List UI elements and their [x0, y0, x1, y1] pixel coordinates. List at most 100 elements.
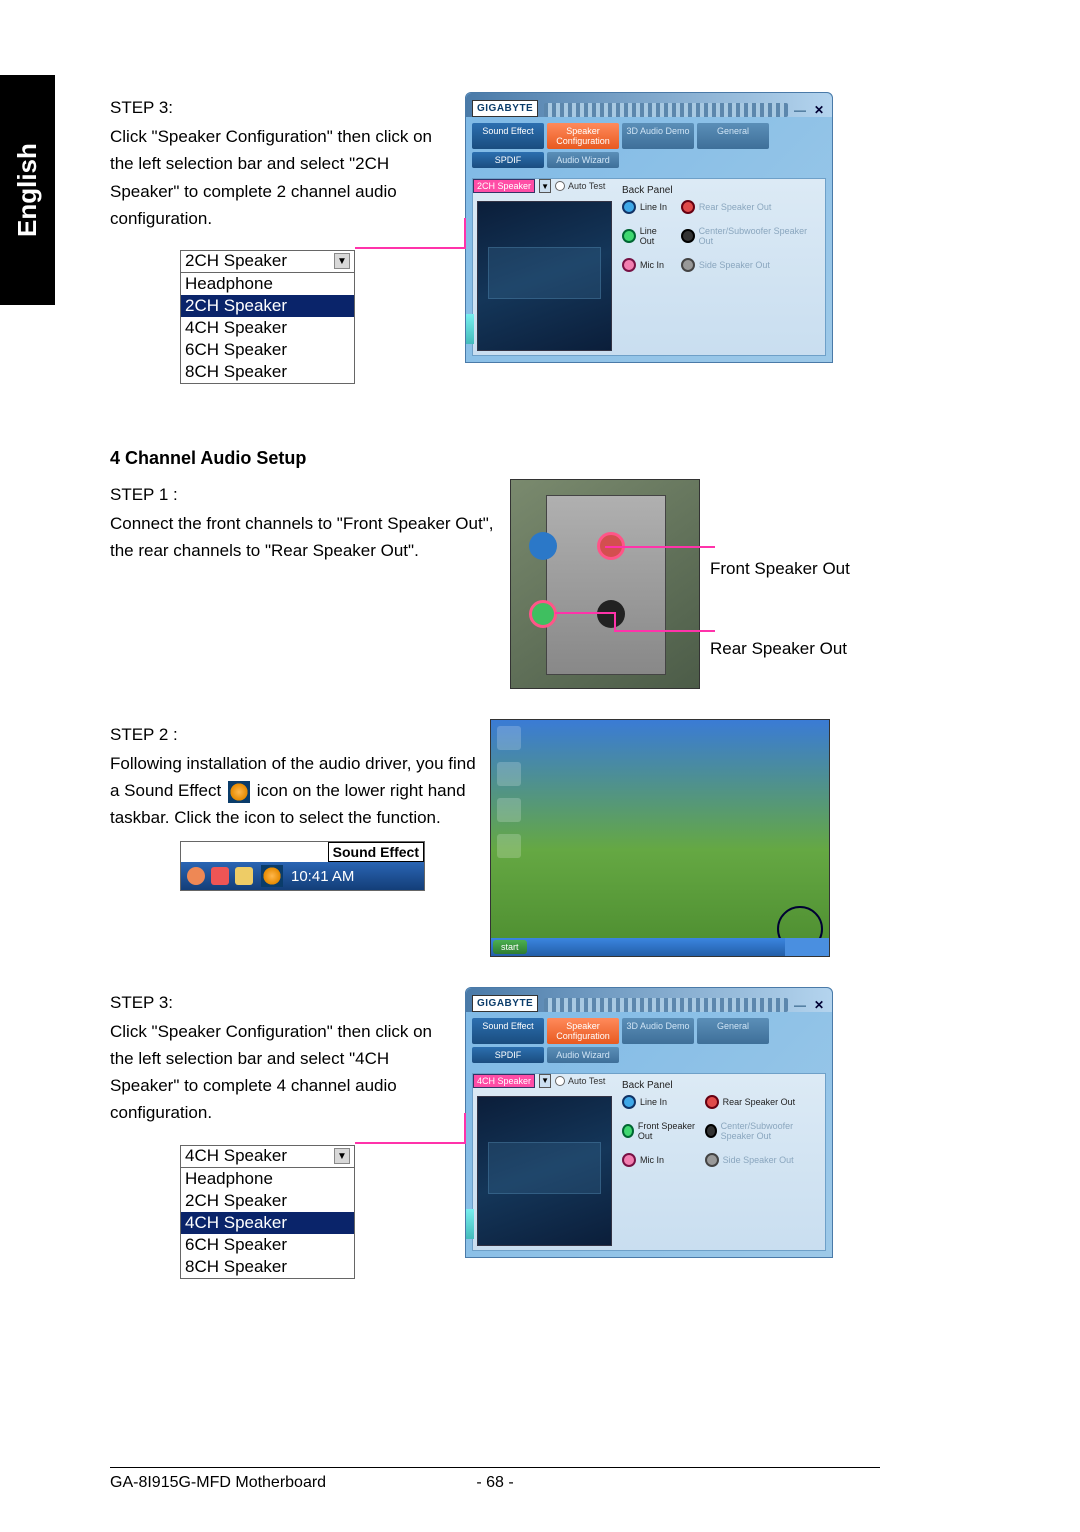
- tray-icon[interactable]: [187, 867, 205, 885]
- room-3d-illustration: [477, 201, 612, 351]
- minimize-icon[interactable]: —: [794, 998, 806, 1012]
- tab-speaker-configuration[interactable]: Speaker Configuration: [547, 123, 619, 149]
- window-body: 4CH Speaker ▼ Auto Test Back Panel Line …: [472, 1073, 826, 1251]
- jack-label: Line Out: [640, 226, 673, 246]
- gigabyte-window: GIGABYTE — ✕ Sound Effect Speaker Config…: [465, 92, 833, 363]
- taskbar[interactable]: start: [491, 938, 829, 956]
- jack-label: Front Speaker Out: [638, 1121, 697, 1141]
- jack-icon: [622, 1153, 636, 1167]
- dropdown-list[interactable]: Headphone 2CH Speaker 4CH Speaker 6CH Sp…: [181, 1168, 354, 1278]
- room-3d-illustration: [477, 1096, 612, 1246]
- dropdown-option[interactable]: 6CH Speaker: [181, 339, 354, 361]
- jack-label: Mic In: [640, 1155, 664, 1165]
- desktop-icon[interactable]: [497, 834, 521, 858]
- chevron-down-icon[interactable]: ▼: [539, 179, 551, 193]
- step-label: STEP 3:: [110, 989, 455, 1016]
- desktop-icon[interactable]: [497, 726, 521, 750]
- auto-test[interactable]: Auto Test: [555, 181, 605, 191]
- titlebar[interactable]: GIGABYTE — ✕: [466, 988, 832, 1012]
- desktop-icon[interactable]: [497, 762, 521, 786]
- jack-icon: [622, 1095, 636, 1109]
- desktop-icon[interactable]: [497, 798, 521, 822]
- tab-sound-effect[interactable]: Sound Effect: [472, 123, 544, 149]
- section-title: 4 Channel Audio Setup: [110, 444, 980, 473]
- motherboard-jack-photo: [510, 479, 700, 689]
- taskbar-tooltip: Sound Effect: [328, 842, 424, 862]
- jack-icon: [622, 1124, 634, 1138]
- tray-icon[interactable]: [235, 867, 253, 885]
- dropdown-option[interactable]: 4CH Speaker: [181, 317, 354, 339]
- tab-audio-wizard[interactable]: Audio Wizard: [547, 1047, 619, 1063]
- tab-3d-audio-demo[interactable]: 3D Audio Demo: [622, 1018, 694, 1044]
- dropdown-selected-text: 2CH Speaker: [185, 251, 287, 271]
- footer-model: GA-8I915G-MFD Motherboard: [110, 1474, 326, 1492]
- step-body: Click "Speaker Configuration" then click…: [110, 123, 455, 232]
- jack-icon: [622, 258, 636, 272]
- radio-icon: [555, 181, 565, 191]
- step-label: STEP 3:: [110, 94, 455, 121]
- titlebar-slider-icon: [544, 998, 788, 1012]
- tab-audio-wizard[interactable]: Audio Wizard: [547, 152, 619, 168]
- gigabyte-logo: GIGABYTE: [472, 100, 538, 117]
- dropdown-option[interactable]: 4CH Speaker: [181, 1212, 354, 1234]
- close-icon[interactable]: ✕: [812, 998, 826, 1012]
- sound-effect-tray-icon[interactable]: [261, 865, 283, 887]
- selector[interactable]: 4CH Speaker: [473, 1074, 535, 1088]
- dropdown-option[interactable]: 6CH Speaker: [181, 1234, 354, 1256]
- jack-label: Line In: [640, 1097, 667, 1107]
- jack-label: Side Speaker Out: [723, 1155, 794, 1165]
- tab-sound-effect[interactable]: Sound Effect: [472, 1018, 544, 1044]
- chevron-down-icon[interactable]: ▼: [334, 253, 350, 269]
- tab-speaker-configuration[interactable]: Speaker Configuration: [547, 1018, 619, 1044]
- jack-label: Line In: [640, 202, 667, 212]
- gigabyte-logo: GIGABYTE: [472, 995, 538, 1012]
- dropdown-option[interactable]: Headphone: [181, 273, 354, 295]
- selector[interactable]: 2CH Speaker: [473, 179, 535, 193]
- jack-icon: [681, 200, 695, 214]
- chevron-down-icon[interactable]: ▼: [539, 1074, 551, 1088]
- jack-icon: [705, 1095, 719, 1109]
- taskbar-figure: Sound Effect 10:41 AM: [180, 841, 425, 891]
- step-label: STEP 2 :: [110, 721, 480, 748]
- jack-label: Rear Speaker Out: [723, 1097, 796, 1107]
- dropdown-option[interactable]: 8CH Speaker: [181, 361, 354, 383]
- speaker-dropdown-figure[interactable]: 4CH Speaker ▼ Headphone 2CH Speaker 4CH …: [180, 1145, 355, 1279]
- titlebar-slider-icon: [544, 103, 788, 117]
- step-body: Connect the front channels to "Front Spe…: [110, 510, 500, 564]
- step-label: STEP 1 :: [110, 481, 500, 508]
- page-number: - 68 -: [476, 1474, 513, 1492]
- close-icon[interactable]: ✕: [812, 103, 826, 117]
- hardware-label: Rear Speaker Out: [710, 639, 850, 659]
- dropdown-collapsed[interactable]: 2CH Speaker ▼: [181, 251, 354, 273]
- equalizer-icon: [466, 314, 474, 344]
- jack-icon: [681, 229, 695, 243]
- desktop-screenshot: start: [490, 719, 830, 957]
- dropdown-collapsed[interactable]: 4CH Speaker ▼: [181, 1146, 354, 1168]
- tab-general[interactable]: General: [697, 1018, 769, 1044]
- back-panel-heading: Back Panel: [622, 1080, 821, 1091]
- dropdown-option[interactable]: Headphone: [181, 1168, 354, 1190]
- minimize-icon[interactable]: —: [794, 103, 806, 117]
- titlebar[interactable]: GIGABYTE — ✕: [466, 93, 832, 117]
- jack-label: Mic In: [640, 260, 664, 270]
- tray-icon[interactable]: [211, 867, 229, 885]
- dropdown-option[interactable]: 2CH Speaker: [181, 295, 354, 317]
- dropdown-option[interactable]: 2CH Speaker: [181, 1190, 354, 1212]
- tab-row: Sound Effect Speaker Configuration 3D Au…: [466, 1012, 832, 1069]
- section-2ch-step3: STEP 3: Click "Speaker Configuration" th…: [110, 92, 980, 384]
- tab-spdif[interactable]: SPDIF: [472, 1047, 544, 1063]
- radio-icon: [555, 1076, 565, 1086]
- dropdown-list[interactable]: Headphone 2CH Speaker 4CH Speaker 6CH Sp…: [181, 273, 354, 383]
- auto-test[interactable]: Auto Test: [555, 1076, 605, 1086]
- tab-spdif[interactable]: SPDIF: [472, 152, 544, 168]
- speaker-dropdown-figure[interactable]: 2CH Speaker ▼ Headphone 2CH Speaker 4CH …: [180, 250, 355, 384]
- tab-general[interactable]: General: [697, 123, 769, 149]
- dropdown-option[interactable]: 8CH Speaker: [181, 1256, 354, 1278]
- start-button[interactable]: start: [493, 940, 527, 954]
- tab-3d-audio-demo[interactable]: 3D Audio Demo: [622, 123, 694, 149]
- hardware-label: Front Speaker Out: [710, 559, 850, 579]
- chevron-down-icon[interactable]: ▼: [334, 1148, 350, 1164]
- jack-label: Center/Subwoofer Speaker Out: [699, 226, 821, 246]
- system-tray[interactable]: [785, 938, 829, 956]
- step-body: Following installation of the audio driv…: [110, 750, 480, 832]
